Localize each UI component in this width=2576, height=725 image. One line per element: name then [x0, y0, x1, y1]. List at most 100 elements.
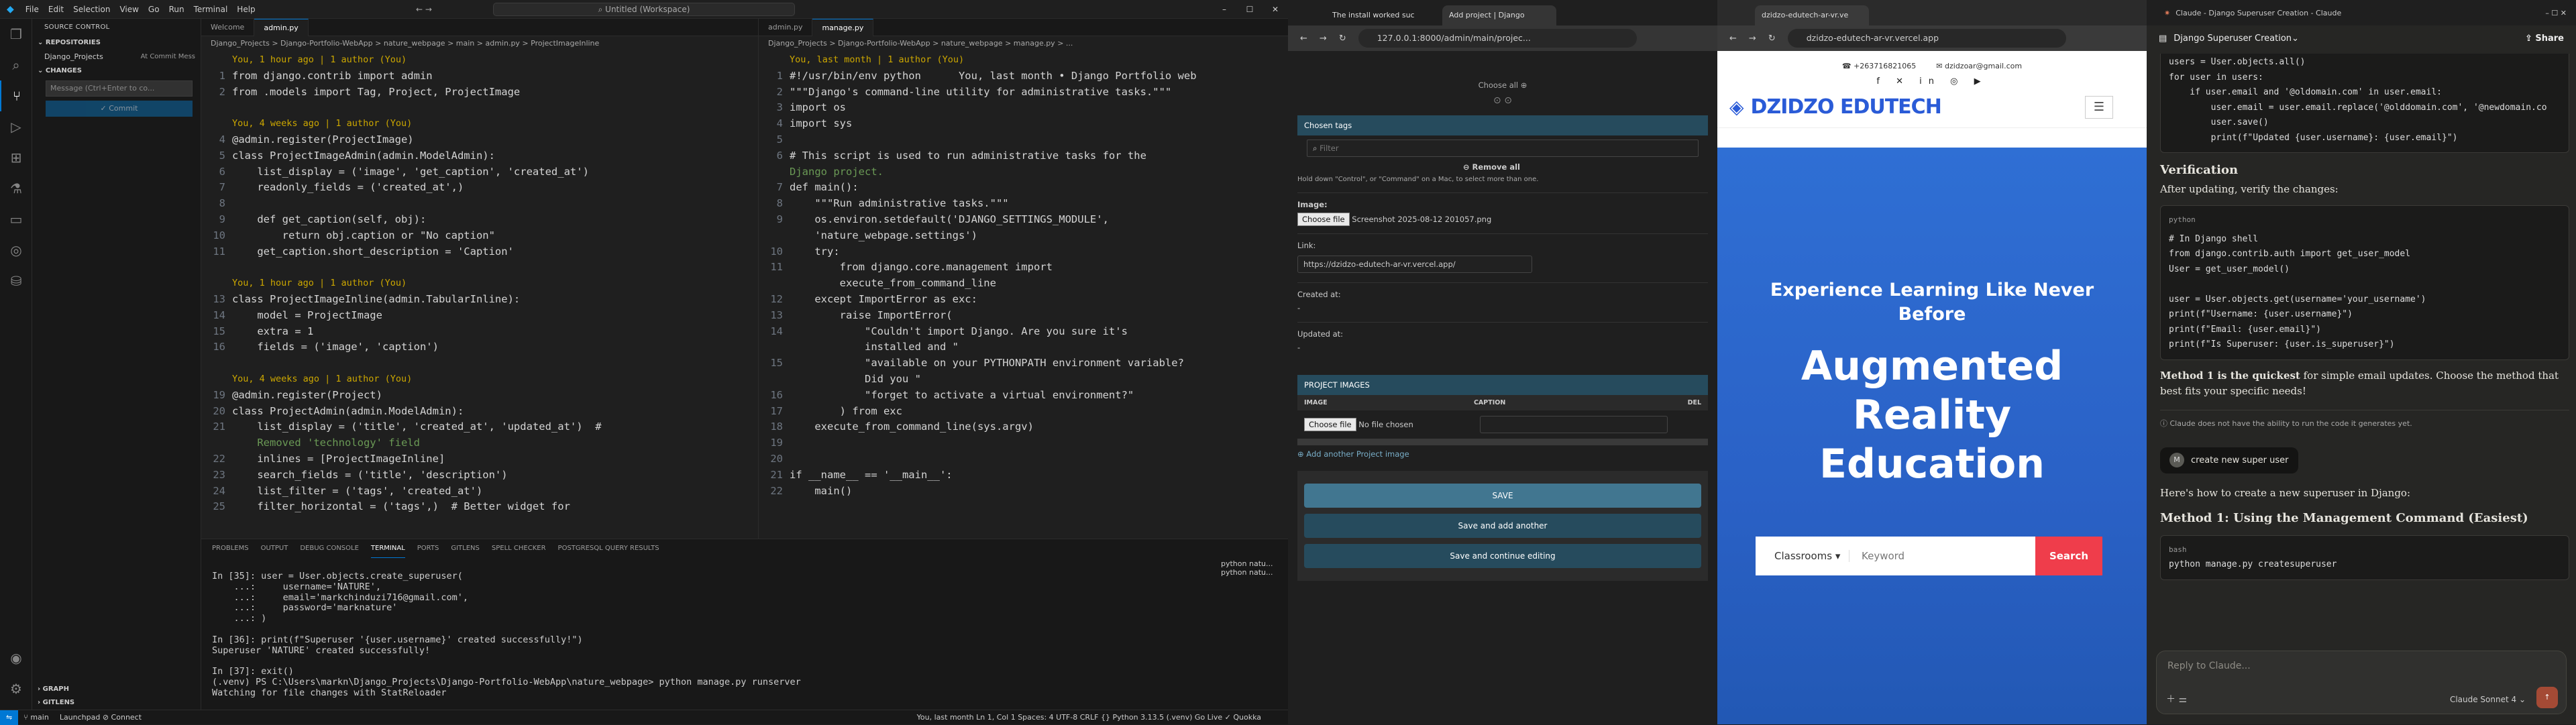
tab-manage-py[interactable]: manage.py — [812, 19, 874, 36]
status-items[interactable]: Launchpad ⊘ Connect — [54, 713, 147, 722]
model-selector[interactable]: Claude Sonnet 4 ⌄ — [2450, 695, 2526, 704]
hamburger-menu-icon[interactable]: ☰ — [2085, 95, 2113, 119]
command-center-search[interactable]: ⌕ Untitled (Workspace) — [493, 3, 795, 16]
social-icons[interactable]: f ✕ in ◎ ▶ — [1717, 71, 2147, 87]
search-icon[interactable]: ⌕ — [0, 50, 32, 80]
explorer-icon[interactable]: ❐ — [0, 19, 32, 50]
status-right[interactable]: You, last month Ln 1, Col 1 Spaces: 4 UT… — [917, 713, 1288, 722]
address-bar[interactable]: 127.0.0.1:8000/admin/main/projec... — [1358, 29, 1637, 48]
browser-claude: ✷ Claude - Django Superuser Creation - Cl… — [2147, 0, 2576, 724]
panel-tab-ports[interactable]: PORTS — [417, 539, 439, 558]
save-and-add-another-button[interactable]: Save and add another — [1304, 514, 1701, 538]
code-area[interactable]: You, 1 hour ago | 1 author (You) 1 from dj… — [201, 51, 758, 514]
sidebar-toggle-icon[interactable]: ▤ — [2159, 34, 2167, 44]
remove-all-link[interactable]: ⊖ Remove all — [1297, 162, 1520, 172]
code-block[interactable]: users = User.objects.all() for user in us… — [2160, 54, 2569, 153]
remote-icon[interactable]: ⇋ — [0, 710, 19, 725]
add-another-image-link[interactable]: ⊕ Add another Project image — [1297, 449, 1708, 459]
menu-help[interactable]: Help — [232, 5, 260, 14]
send-icon[interactable]: ↑ — [2536, 687, 2558, 708]
site-logo[interactable]: DZIDZO EDUTECH — [1751, 95, 1942, 119]
commit-message-input[interactable]: Message (Ctrl+Enter to co... — [46, 80, 193, 97]
address-bar[interactable]: dzidzo-edutech-ar-vr.vercel.app — [1787, 29, 2066, 48]
share-button[interactable]: ⇪ Share — [2525, 34, 2564, 44]
commit-button[interactable]: ✓ Commit — [46, 101, 193, 117]
database-icon[interactable]: ⛁ — [0, 266, 32, 296]
repo-row[interactable]: Django_Projects At Commit Mess — [32, 50, 201, 64]
menu-view[interactable]: View — [115, 5, 143, 14]
line-number: 5 — [776, 133, 783, 146]
selector-arrows-icon[interactable]: ⊙ ⊙ — [1297, 95, 1708, 106]
caption-input[interactable] — [1480, 416, 1668, 433]
forward-icon[interactable]: → — [1749, 34, 1756, 44]
back-icon[interactable]: ← — [1300, 34, 1307, 44]
back-icon[interactable]: ← — [1729, 34, 1737, 44]
keyword-input[interactable]: Keyword — [1849, 550, 2035, 562]
choose-file-button[interactable]: Choose file — [1304, 418, 1356, 431]
gitlens-icon[interactable]: ◎ — [0, 235, 32, 266]
menu-edit[interactable]: Edit — [44, 5, 68, 14]
menu-terminal[interactable]: Terminal — [189, 5, 233, 14]
gitlens-section[interactable]: › GITLENS — [32, 696, 201, 710]
branch-indicator[interactable]: ⑂ main — [18, 713, 54, 722]
panel-tab-debug-console[interactable]: DEBUG CONSOLE — [300, 539, 359, 558]
testing-icon[interactable]: ⚗ — [0, 173, 32, 204]
search-button[interactable]: Search — [2035, 537, 2102, 575]
run-debug-icon[interactable]: ▷ — [0, 111, 32, 142]
forward-icon[interactable]: → — [1320, 34, 1327, 44]
choose-all-link[interactable]: Choose all ⊕ — [1297, 80, 1708, 90]
settings-gear-icon[interactable]: ⚙ — [0, 673, 32, 704]
line-number: 2 — [776, 85, 783, 98]
menu-file[interactable]: File — [21, 5, 44, 14]
repositories-section[interactable]: ⌄ REPOSITORIES — [32, 36, 201, 50]
code-block[interactable]: bash python manage.py createsuperuser — [2160, 535, 2569, 580]
window-controls[interactable]: – ☐ ✕ — [2545, 9, 2576, 17]
nav-arrows-icon[interactable]: ← → — [416, 5, 432, 14]
maximize-icon[interactable]: ☐ — [1237, 0, 1263, 19]
reload-icon[interactable]: ↻ — [1339, 34, 1346, 44]
save-and-continue-button[interactable]: Save and continue editing — [1304, 544, 1701, 568]
line-number: 20 — [213, 404, 225, 417]
panel-tab-postgresql-query-results[interactable]: POSTGRESQL QUERY RESULTS — [558, 539, 659, 558]
changes-section[interactable]: ⌄ CHANGES — [32, 64, 201, 78]
account-icon[interactable]: ◉ — [0, 643, 32, 673]
panel-tab-problems[interactable]: PROBLEMS — [212, 539, 249, 558]
remote-explorer-icon[interactable]: ▭ — [0, 204, 32, 235]
code-area[interactable]: You, last month | 1 author (You) 1 #!/usr/… — [759, 51, 1288, 498]
menu-run[interactable]: Run — [164, 5, 189, 14]
tab-admin-py[interactable]: admin.py — [254, 19, 309, 36]
panel-tab-spell-checker[interactable]: SPELL CHECKER — [492, 539, 546, 558]
choose-file-button[interactable]: Choose file — [1297, 213, 1350, 226]
save-button[interactable]: SAVE — [1304, 484, 1701, 508]
code-block[interactable]: python # In Django shell from django.cont… — [2160, 205, 2569, 360]
menu-selection[interactable]: Selection — [68, 5, 115, 14]
browser-tab[interactable]: The install worked suc — [1326, 5, 1440, 25]
repo-name: Django_Projects — [44, 52, 103, 61]
add-attachment-icon[interactable]: ＋ ⚌ — [2166, 692, 2187, 706]
panel-tab-output[interactable]: OUTPUT — [261, 539, 288, 558]
minimize-icon[interactable]: – — [1212, 0, 1237, 19]
close-icon[interactable]: ✕ — [1263, 0, 1288, 19]
terminal-output[interactable]: In [35]: user = User.objects.create_supe… — [212, 571, 801, 699]
panel-tab-gitlens[interactable]: GITLENS — [451, 539, 480, 558]
link-input[interactable]: https://dzidzo-edutech-ar-vr.vercel.app/ — [1297, 256, 1532, 273]
browser-tab[interactable]: Add project | Django — [1442, 5, 1556, 25]
graph-section[interactable]: › GRAPH — [32, 683, 201, 696]
horizontal-scrollbar[interactable] — [1297, 439, 1708, 445]
tab-welcome[interactable]: Welcome — [201, 19, 255, 36]
panel-tab-terminal[interactable]: TERMINAL — [370, 539, 405, 558]
tag-filter-input[interactable]: ⌕ Filter — [1307, 140, 1699, 157]
extensions-icon[interactable]: ⊞ — [0, 142, 32, 173]
chat-title[interactable]: Django Superuser Creation — [2174, 34, 2292, 44]
terminal-instance[interactable]: python natu... — [1221, 559, 1288, 568]
link-label: Link: — [1297, 241, 1316, 250]
menu-go[interactable]: Go — [144, 5, 164, 14]
source-control-icon[interactable]: ⑂ — [0, 80, 32, 111]
browser-tab[interactable]: dzidzo-edutech-ar-vr.ve — [1755, 5, 1869, 25]
tab-admin-py[interactable]: admin.py — [759, 19, 813, 36]
code-line: class ProjectImageInline(admin.TabularIn… — [232, 293, 521, 305]
terminal-instance[interactable]: python natu... — [1221, 568, 1288, 577]
classrooms-select[interactable]: Classrooms ▾ — [1756, 550, 1849, 562]
reload-icon[interactable]: ↻ — [1768, 34, 1776, 44]
reply-input[interactable]: Reply to Claude... — [2157, 651, 2566, 681]
